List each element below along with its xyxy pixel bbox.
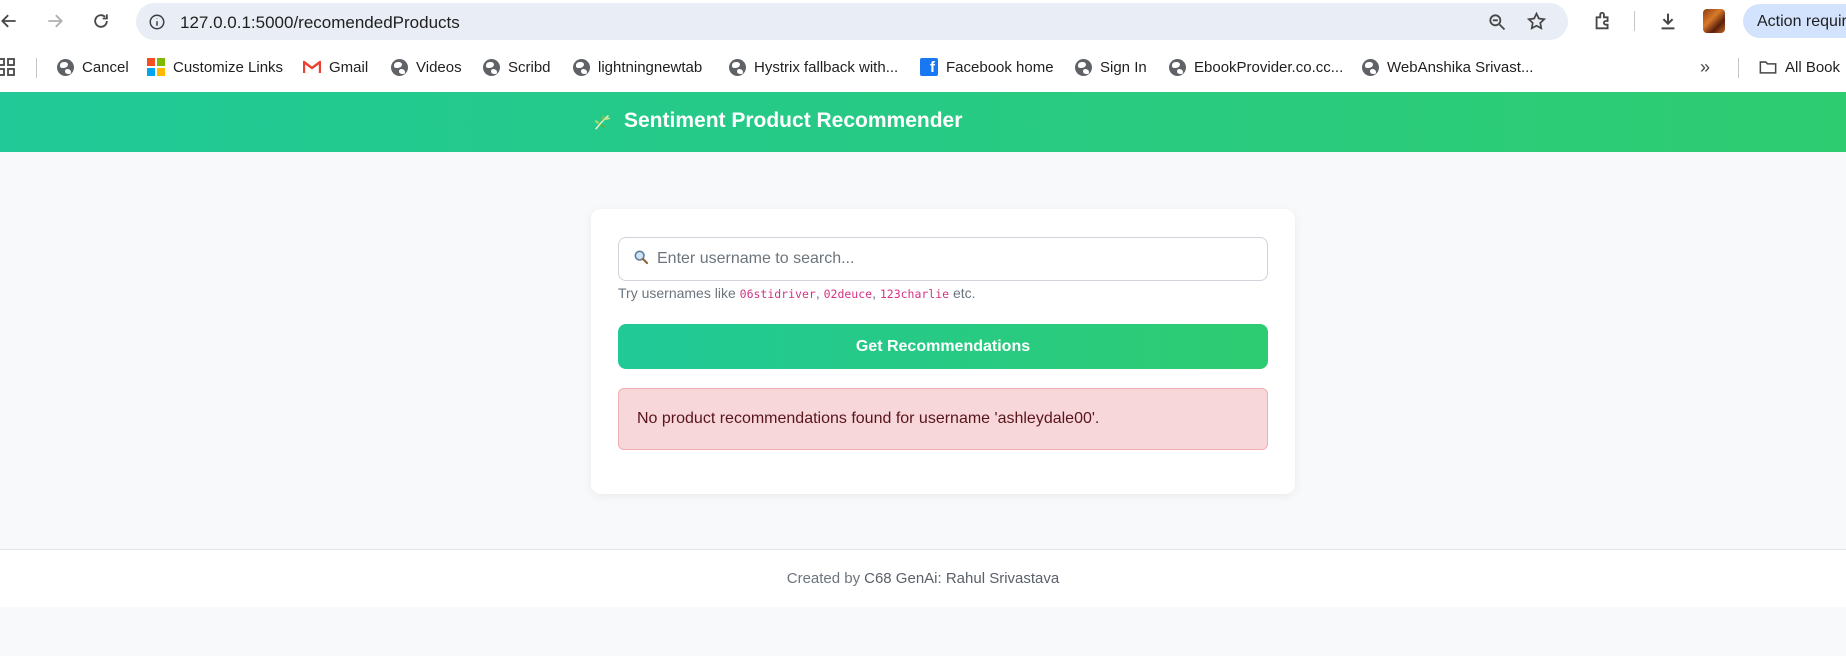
- globe-icon: [482, 58, 500, 76]
- bookmark-label: WebAnshika Srivast...: [1387, 58, 1534, 76]
- bookmark-gmail[interactable]: Gmail: [303, 55, 368, 79]
- app-brand[interactable]: Sentiment Product Recommender: [592, 109, 962, 133]
- herb-icon: [594, 114, 611, 130]
- bookmark-lightningnewtab[interactable]: lightningnewtab: [572, 55, 702, 79]
- bookmarks-overflow-chevron-icon[interactable]: »: [1700, 55, 1710, 79]
- bookmarks-divider: [36, 58, 37, 78]
- app-header: Sentiment Product Recommender: [0, 92, 1846, 152]
- bookmark-label: Customize Links: [173, 58, 284, 76]
- bookmark-videos[interactable]: Videos: [390, 55, 462, 79]
- bookmark-label: Gmail: [329, 58, 369, 76]
- hint-suffix: etc.: [952, 285, 976, 301]
- extensions-icon[interactable]: [1588, 6, 1618, 36]
- globe-icon: [390, 58, 408, 76]
- bookmark-label: Facebook home: [946, 58, 1054, 76]
- microsoft-logo-icon: [147, 58, 165, 76]
- bookmark-facebook-home[interactable]: f Facebook home: [920, 55, 1054, 79]
- back-arrow-icon[interactable]: [0, 6, 24, 36]
- username-hint: Try usernames like 06stidriver, 02deuce,…: [618, 285, 976, 301]
- star-icon[interactable]: [1524, 9, 1549, 34]
- bookmark-label: lightningnewtab: [598, 58, 703, 76]
- username-input[interactable]: [657, 250, 1237, 268]
- site-info-icon[interactable]: [144, 9, 169, 34]
- bookmark-sign-in[interactable]: Sign In: [1074, 55, 1147, 79]
- bookmark-label: Hystrix fallback with...: [754, 58, 899, 76]
- globe-icon: [572, 58, 590, 76]
- page-content: Sentiment Product Recommender Try userna…: [0, 92, 1846, 656]
- globe-icon: [1074, 58, 1092, 76]
- bookmark-label: Cancel: [82, 58, 129, 76]
- address-bar[interactable]: 127.0.0.1:5000/recomendedProducts: [136, 3, 1568, 40]
- hint-example: 123charlie: [879, 287, 950, 301]
- globe-icon: [728, 58, 746, 76]
- search-card: Try usernames like 06stidriver, 02deuce,…: [591, 209, 1295, 494]
- bookmark-webanshika[interactable]: WebAnshika Srivast...: [1361, 55, 1533, 79]
- gmail-icon: [303, 58, 321, 76]
- globe-icon: [1168, 58, 1186, 76]
- bookmark-label: Sign In: [1100, 58, 1147, 76]
- footer-prefix: Created by: [786, 570, 861, 587]
- action-required-button[interactable]: Action require: [1743, 4, 1846, 38]
- hint-separator: ,: [872, 285, 876, 301]
- hint-prefix: Try usernames like: [618, 285, 736, 301]
- bookmarks-bar: Cancel Customize Links Gmail Videos Scri…: [0, 47, 1846, 87]
- bookmark-label: EbookProvider.co.cc...: [1194, 58, 1344, 76]
- address-url[interactable]: 127.0.0.1:5000/recomendedProducts: [180, 13, 460, 33]
- reload-icon[interactable]: [86, 6, 116, 36]
- toolbar-divider: [1634, 11, 1635, 31]
- no-results-alert: No product recommendations found for use…: [618, 388, 1268, 450]
- bookmark-customize-links[interactable]: Customize Links: [147, 55, 283, 79]
- apps-grid-icon[interactable]: [0, 57, 16, 77]
- hint-example: 06stidriver: [739, 287, 816, 301]
- bookmark-label: All Book: [1785, 58, 1841, 76]
- folder-icon: [1759, 58, 1777, 76]
- hint-separator: ,: [815, 285, 820, 301]
- globe-icon: [1361, 58, 1379, 76]
- app-title: Sentiment Product Recommender: [624, 109, 963, 132]
- zoom-icon[interactable]: [1484, 9, 1509, 34]
- bookmarks-divider: [1738, 58, 1739, 78]
- bookmark-ebookprovider[interactable]: EbookProvider.co.cc...: [1168, 55, 1343, 79]
- globe-icon: [56, 58, 74, 76]
- hint-example: 02deuce: [823, 287, 873, 301]
- magnifier-icon: [633, 249, 649, 270]
- bookmark-label: Scribd: [508, 58, 551, 76]
- all-bookmarks-folder[interactable]: All Book: [1759, 55, 1840, 79]
- footer-author: C68 GenAi: Rahul Srivastava: [864, 570, 1060, 587]
- download-icon[interactable]: [1653, 6, 1683, 36]
- bookmark-cancel[interactable]: Cancel: [56, 55, 129, 79]
- bookmark-label: Videos: [416, 58, 462, 76]
- profile-avatar[interactable]: [1703, 9, 1725, 33]
- bookmark-hystrix[interactable]: Hystrix fallback with...: [728, 55, 898, 79]
- get-recommendations-button[interactable]: Get Recommendations: [618, 324, 1268, 369]
- forward-arrow-icon[interactable]: [40, 6, 70, 36]
- browser-toolbar: 127.0.0.1:5000/recomendedProducts Action…: [0, 0, 1846, 42]
- page-footer: Created by C68 GenAi: Rahul Srivastava: [0, 549, 1846, 607]
- username-search-box[interactable]: [618, 237, 1268, 281]
- bookmark-scribd[interactable]: Scribd: [482, 55, 551, 79]
- facebook-icon: f: [920, 58, 938, 76]
